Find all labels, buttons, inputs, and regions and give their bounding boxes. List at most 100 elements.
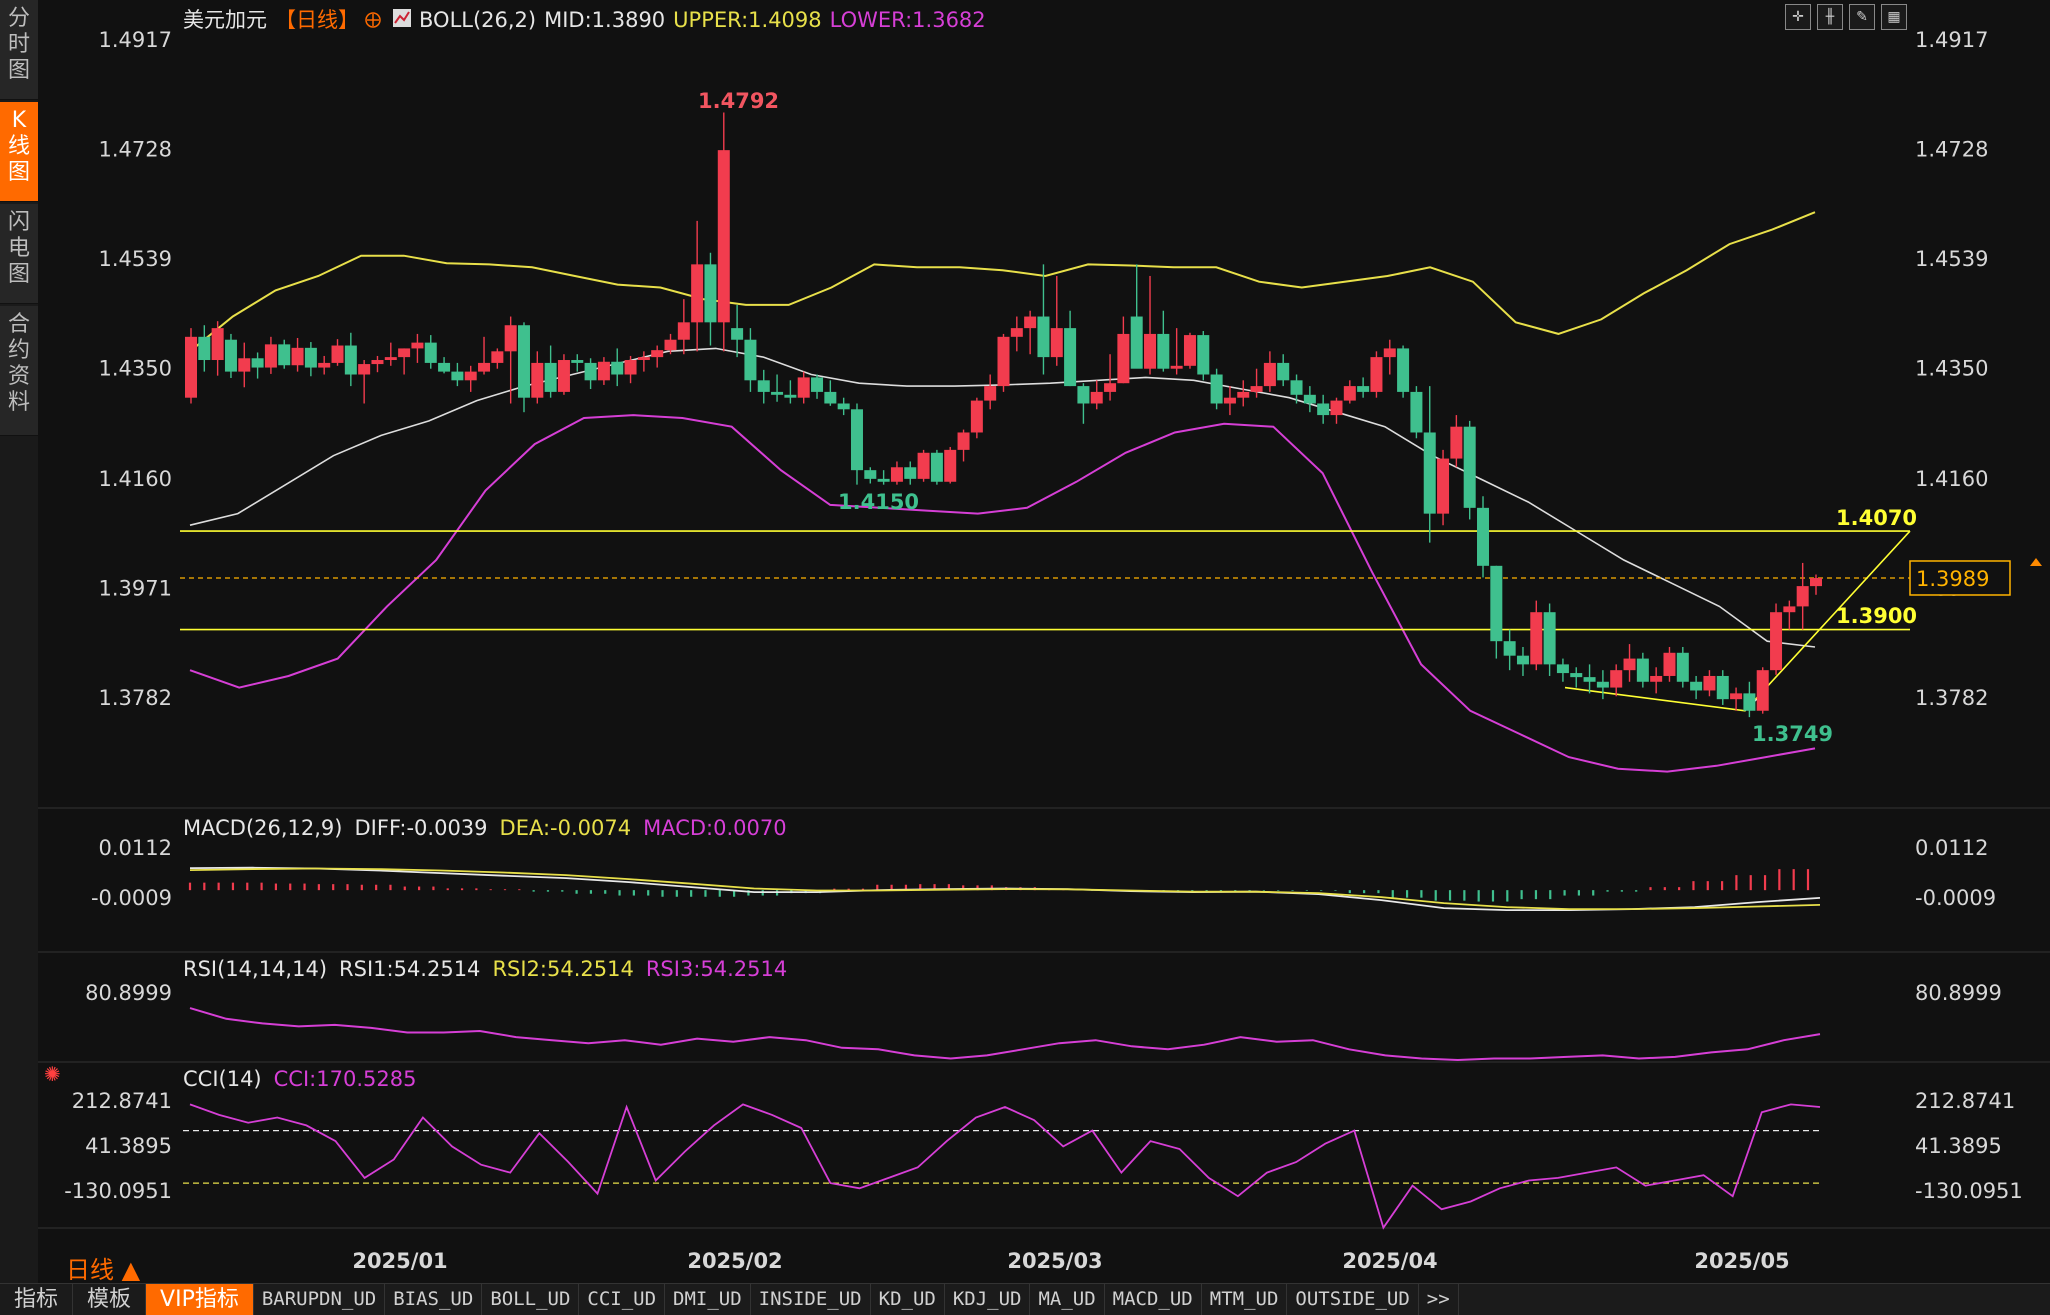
bottom-tab-5[interactable]: BOLL_UD [482, 1284, 580, 1315]
bottom-tab-15[interactable]: >> [1419, 1284, 1459, 1315]
bottom-tab-12[interactable]: MACD_UD [1105, 1284, 1202, 1315]
sidebar-tab-char: 约 [7, 338, 30, 363]
bottom-tab-13[interactable]: MTM_UD [1202, 1284, 1288, 1315]
sidebar-tab-3[interactable]: 合约资料 [0, 306, 38, 436]
low-label: 1.4150 [838, 490, 919, 514]
cci-tick-right: -130.0951 [1915, 1179, 2023, 1203]
y-tick-left: 1.4917 [99, 28, 172, 52]
sidebar: 分时图K线图闪电图合约资料 [0, 0, 38, 1314]
cci-tick-left: -130.0951 [64, 1179, 172, 1203]
sidebar-tab-char: 分 [7, 6, 30, 31]
indicator-icon[interactable]: ▦ [1881, 4, 1907, 30]
sidebar-tab-char: 料 [7, 390, 30, 415]
sidebar-tab-char: 合 [7, 312, 30, 337]
sidebar-tab-0[interactable]: 分时图 [0, 0, 38, 100]
chart: 1.4917 1.4917 1.4728 1.4728 1.4539 1.4539 1.43… [38, 0, 2050, 1283]
candle [1477, 496, 1490, 578]
bottom-tab-14[interactable]: OUTSIDE_UD [1287, 1284, 1419, 1315]
cci-tick-left: 41.3895 [85, 1134, 172, 1158]
cci-tick-left: 212.8741 [72, 1089, 172, 1113]
macd-tick-right: -0.0009 [1915, 886, 1996, 910]
candle [1370, 351, 1383, 398]
boll-name: BOLL(26,2) [419, 8, 536, 32]
level-label-lower: 1.3900 [1836, 604, 1917, 628]
x-tick: 2025/01 [352, 1249, 447, 1273]
candle [1770, 603, 1783, 675]
cci-tick-right: 41.3895 [1915, 1134, 2002, 1158]
macd-title: MACD(26,12,9) [183, 816, 343, 840]
y-tick-right: 1.4160 [1915, 467, 1988, 491]
x-tick: 2025/02 [687, 1249, 782, 1273]
cci-title: CCI(14) [183, 1067, 262, 1091]
bottom-tab-9[interactable]: KD_UD [871, 1284, 945, 1315]
y-tick-left: 1.4728 [99, 138, 172, 162]
sidebar-tab-char: 线 [7, 134, 30, 159]
bottom-tab-6[interactable]: CCI_UD [579, 1284, 666, 1315]
x-tick: 2025/04 [1342, 1249, 1437, 1273]
boll-lower: LOWER:1.3682 [830, 8, 986, 32]
settings-icon[interactable]: ✺ [44, 1062, 61, 1086]
macd-dea: DEA:-0.0074 [500, 816, 632, 840]
y-tick-right: 1.3782 [1915, 686, 1988, 710]
sidebar-tab-2[interactable]: 闪电图 [0, 204, 38, 304]
low-label: 1.3749 [1752, 722, 1833, 746]
current-price-label: 1.3989 [1916, 567, 1989, 591]
bottom-tab-7[interactable]: DMI_UD [665, 1284, 751, 1315]
y-tick-right: 1.4917 [1915, 28, 1988, 52]
candle [557, 354, 570, 395]
candle [1197, 331, 1210, 381]
crosshair-icon[interactable]: ✛ [1785, 4, 1811, 30]
macd-tick-right: 0.0112 [1915, 836, 1988, 860]
period-indicator[interactable]: 日线 ▲ [66, 1250, 140, 1285]
sidebar-tab-char: K [11, 108, 27, 133]
x-tick: 2025/03 [1007, 1249, 1102, 1273]
candle [1463, 420, 1476, 520]
candle [1397, 345, 1410, 398]
bottom-tab-2[interactable]: VIP指标 [146, 1284, 254, 1315]
candle [1676, 646, 1689, 688]
y-tick-left: 1.3782 [99, 686, 172, 710]
candle [1210, 368, 1223, 410]
cci-value: CCI:170.5285 [274, 1067, 417, 1091]
x-tick: 2025/05 [1694, 1249, 1789, 1273]
level-label-upper: 1.4070 [1836, 506, 1917, 530]
bottom-tab-8[interactable]: INSIDE_UD [751, 1284, 871, 1315]
boll-mid: MID:1.3890 [544, 8, 665, 32]
rsi-tick-right: 80.8999 [1915, 981, 2002, 1005]
cci-tick-right: 212.8741 [1915, 1089, 2015, 1113]
sidebar-tab-char: 时 [7, 32, 30, 57]
y-tick-right: 1.4350 [1915, 357, 1988, 381]
period-tag: 【日线】 [275, 8, 359, 32]
candle [224, 333, 237, 378]
macd-tick-left: 0.0112 [99, 836, 172, 860]
rsi3-value: RSI3:54.2514 [646, 957, 787, 981]
y-tick-left: 1.3971 [99, 576, 172, 600]
bottom-tab-1[interactable]: 模板 [73, 1284, 147, 1315]
sidebar-tab-char: 资 [7, 364, 30, 389]
candle [997, 333, 1010, 392]
sidebar-tab-1[interactable]: K线图 [0, 102, 38, 202]
macd-tick-left: -0.0009 [91, 886, 172, 910]
indicator-tab-bar: 指标 模板 VIP指标 BARUPDN_UD BIAS_UD BOLL_UD CCI_UD D… [0, 1283, 2050, 1315]
range-icon[interactable]: ╫ [1817, 4, 1843, 30]
candle [917, 449, 930, 482]
draw-icon[interactable]: ✎ [1849, 4, 1875, 30]
bottom-tab-4[interactable]: BIAS_UD [385, 1284, 483, 1315]
candle [944, 446, 957, 484]
candle [185, 328, 197, 404]
y-tick-left: 1.4350 [99, 357, 172, 381]
high-label: 1.4792 [698, 89, 779, 113]
bottom-tab-3[interactable]: BARUPDN_UD [254, 1284, 386, 1315]
y-tick-right: 1.4539 [1915, 247, 1988, 271]
symbol-name: 美元加元 [183, 8, 267, 32]
bottom-tab-11[interactable]: MA_UD [1030, 1284, 1105, 1315]
candle [1410, 386, 1423, 439]
rsi1-value: RSI1:54.2514 [339, 957, 480, 981]
candle [1183, 332, 1196, 369]
sidebar-tab-char: 图 [7, 58, 30, 83]
sidebar-tab-char: 闪 [7, 210, 30, 235]
rsi-tick-left: 80.8999 [85, 981, 172, 1005]
bottom-tab-10[interactable]: KDJ_UD [945, 1284, 1031, 1315]
sidebar-tab-char: 电 [7, 236, 30, 261]
bottom-tab-0[interactable]: 指标 [0, 1284, 74, 1315]
